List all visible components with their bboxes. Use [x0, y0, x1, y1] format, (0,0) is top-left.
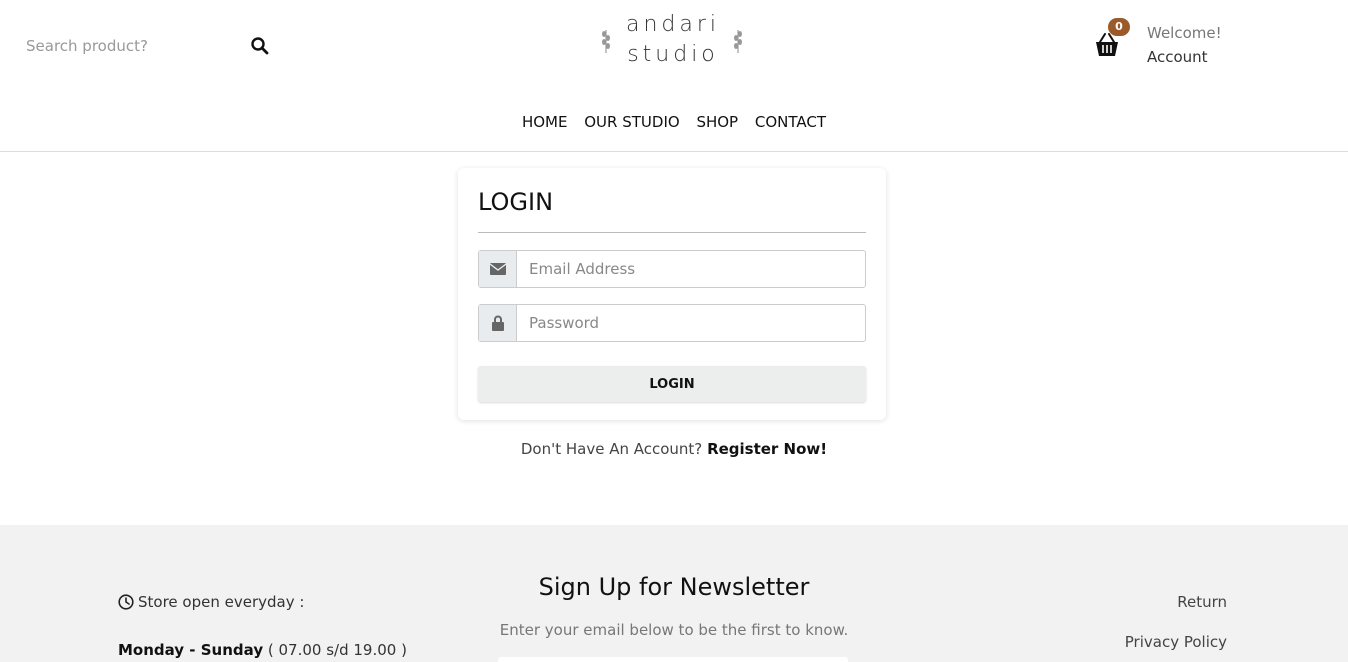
site-footer: Store open everyday : Monday - Sunday ( …: [0, 525, 1348, 662]
divider: [478, 232, 866, 233]
register-link[interactable]: Register Now!: [707, 440, 827, 458]
email-input[interactable]: [517, 251, 865, 287]
cart-count-badge: 0: [1108, 18, 1130, 36]
login-button[interactable]: LOGIN: [478, 366, 866, 402]
main-nav: HOME OUR STUDIO SHOP CONTACT: [0, 113, 1348, 131]
nav-home[interactable]: HOME: [522, 113, 568, 131]
login-card: LOGIN LOGIN: [458, 168, 886, 420]
search-input[interactable]: [26, 30, 236, 62]
no-account-text: Don't Have An Account?: [520, 440, 703, 458]
password-field: [478, 304, 866, 342]
welcome-text: Welcome!: [1147, 24, 1222, 42]
store-days: Monday - Sunday: [118, 641, 264, 659]
logo-text-bottom: studio: [627, 42, 719, 67]
search-icon[interactable]: [250, 36, 270, 56]
password-addon: [479, 305, 517, 341]
password-input[interactable]: [517, 305, 865, 341]
email-addon: [479, 251, 517, 287]
search-bar: [26, 30, 276, 62]
site-logo[interactable]: andari studio: [598, 10, 748, 72]
footer-link-privacy-policy[interactable]: Privacy Policy: [1125, 633, 1227, 651]
store-hours: Monday - Sunday ( 07.00 s/d 19.00 ): [118, 641, 407, 659]
login-title: LOGIN: [478, 188, 554, 216]
nav-contact[interactable]: CONTACT: [755, 113, 826, 131]
newsletter-email-input[interactable]: [498, 657, 848, 662]
nav-our-studio[interactable]: OUR STUDIO: [584, 113, 679, 131]
footer-link-return[interactable]: Return: [1177, 593, 1227, 611]
email-field: [478, 250, 866, 288]
envelope-icon: [489, 263, 506, 275]
newsletter-title: Sign Up for Newsletter: [538, 573, 810, 601]
cart-button[interactable]: 0: [1092, 18, 1130, 60]
logo-text-top: andari: [625, 12, 721, 37]
account-link[interactable]: Account: [1147, 48, 1208, 66]
lock-icon: [491, 315, 504, 331]
store-time: ( 07.00 s/d 19.00 ): [267, 641, 407, 659]
register-prompt: Don't Have An Account? Register Now!: [0, 440, 1348, 458]
nav-shop[interactable]: SHOP: [696, 113, 738, 131]
leaf-icon: [734, 30, 742, 53]
site-header: andari studio 0 Welcome! Account HOME OU…: [0, 0, 1348, 152]
